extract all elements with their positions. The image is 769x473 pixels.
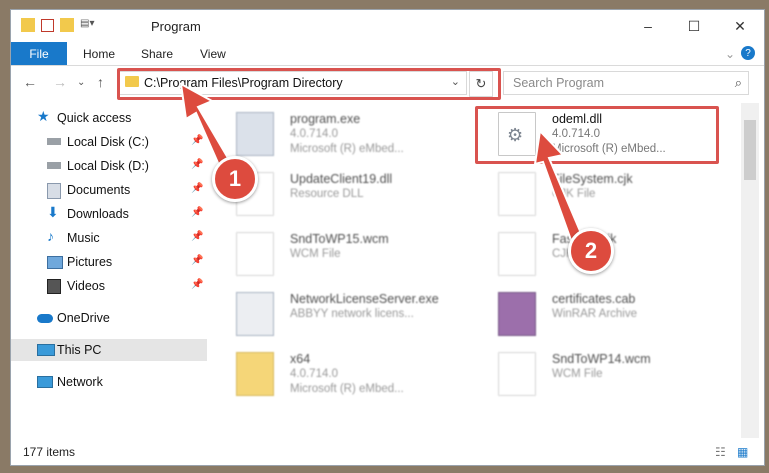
callout-2: 2 xyxy=(568,228,614,274)
arrow-2 xyxy=(533,128,585,245)
annotation-arrows xyxy=(179,82,585,245)
callout-1: 1 xyxy=(212,156,258,202)
